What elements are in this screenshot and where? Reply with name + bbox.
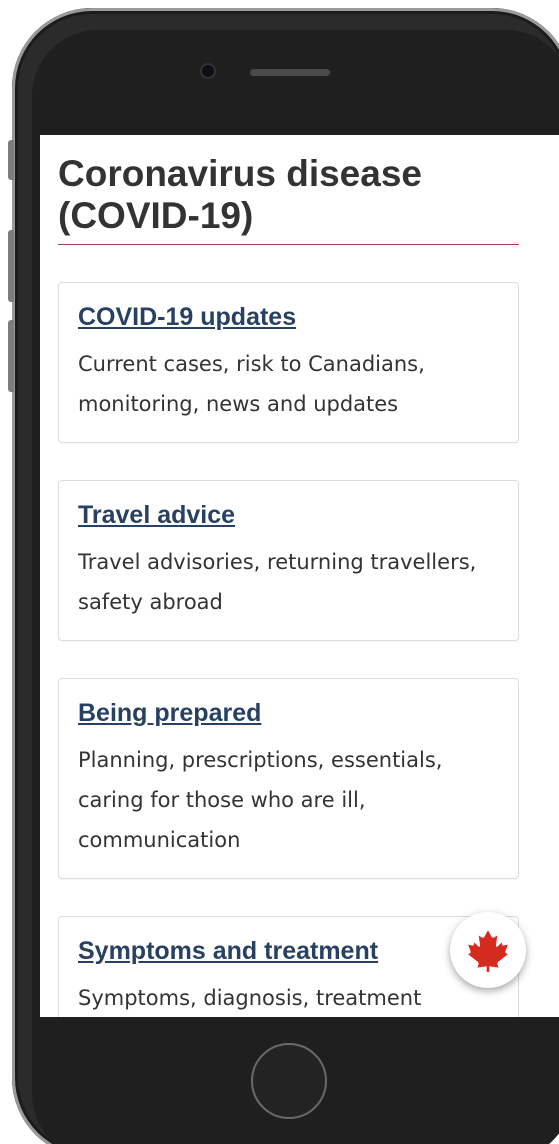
volume-up-button	[8, 230, 14, 302]
front-camera	[202, 65, 214, 77]
topic-cards: COVID-19 updates Current cases, risk to …	[58, 282, 519, 1017]
volume-down-button	[8, 320, 14, 392]
card-description: Travel advisories, returning travellers,…	[78, 550, 477, 614]
stage: Coronavirus disease (COVID-19) COVID-19 …	[0, 0, 559, 1144]
phone-screen: Coronavirus disease (COVID-19) COVID-19 …	[40, 135, 559, 1017]
page-title: Coronavirus disease (COVID-19)	[58, 153, 519, 245]
card-description: Symptoms, diagnosis, treatment	[78, 986, 422, 1010]
card-being-prepared: Being prepared Planning, prescriptions, …	[58, 678, 519, 879]
covid-updates-link[interactable]: COVID-19 updates	[78, 301, 500, 333]
card-description: Planning, prescriptions, essentials, car…	[78, 748, 443, 852]
being-prepared-link[interactable]: Being prepared	[78, 697, 500, 729]
symptoms-treatment-link[interactable]: Symptoms and treatment	[78, 935, 500, 967]
card-symptoms-treatment: Symptoms and treatment Symptoms, diagnos…	[58, 916, 519, 1017]
page-content: Coronavirus disease (COVID-19) COVID-19 …	[40, 135, 559, 1017]
mute-switch	[8, 140, 14, 180]
travel-advice-link[interactable]: Travel advice	[78, 499, 500, 531]
card-travel-advice: Travel advice Travel advisories, returni…	[58, 480, 519, 641]
card-covid-updates: COVID-19 updates Current cases, risk to …	[58, 282, 519, 443]
earpiece-speaker	[250, 69, 330, 76]
card-description: Current cases, risk to Canadians, monito…	[78, 352, 425, 416]
canada-flag-button[interactable]	[450, 912, 526, 988]
home-button[interactable]	[251, 1043, 327, 1119]
maple-leaf-icon	[468, 930, 508, 972]
